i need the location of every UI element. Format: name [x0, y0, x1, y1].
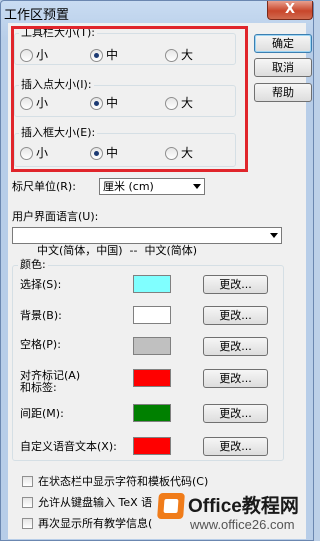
ui-language-value: 中文(简体，中国) -- 中文(简体): [36, 244, 198, 257]
change-spacing-color-button[interactable]: 更改...: [203, 404, 268, 423]
color-swatch-background: [133, 306, 171, 324]
preferences-dialog: 工作区预置 X 工具栏大小(T): 小 中 大 插入点大小(I): 小 中 大 …: [0, 0, 314, 541]
colors-group-label: 颜色:: [18, 258, 48, 271]
show-char-template-codes-checkbox[interactable]: [22, 476, 33, 487]
allow-tex-input-label: 允许从键盘输入 TeX 语: [38, 496, 153, 509]
color-label-custom-speech: 自定义语音文本(X):: [20, 440, 117, 453]
ruler-units-label: 标尺单位(R):: [12, 180, 76, 193]
change-space-color-button[interactable]: 更改...: [203, 337, 268, 356]
show-tutorial-again-checkbox[interactable]: [22, 518, 33, 529]
color-swatch-custom-speech: [133, 437, 171, 455]
ruler-units-value: 厘米 (cm): [103, 180, 154, 193]
help-button[interactable]: 帮助: [254, 83, 312, 102]
site-watermark: Office教程网 www.office26.com: [157, 491, 308, 535]
color-swatch-selection: [133, 275, 171, 293]
ui-language-dropdown[interactable]: 中文(简体，中国) -- 中文(简体): [12, 227, 282, 257]
window-title: 工作区预置: [4, 8, 70, 23]
change-custom-speech-color-button[interactable]: 更改...: [203, 437, 268, 456]
chevron-down-icon: [270, 233, 278, 238]
chevron-down-icon: [193, 184, 201, 189]
color-label-background: 背景(B):: [20, 309, 62, 322]
title-bar: 工作区预置 X: [1, 1, 313, 23]
color-swatch-alignment: [133, 369, 171, 387]
cancel-button[interactable]: 取消: [254, 58, 312, 77]
ui-language-label: 用户界面语言(U):: [12, 210, 99, 223]
color-swatch-spacing: [133, 404, 171, 422]
highlight-frame: [11, 26, 248, 172]
color-label-alignment: 对齐标记(A) 和标签:: [20, 369, 81, 394]
ruler-units-dropdown[interactable]: 厘米 (cm): [99, 178, 205, 195]
watermark-brand: Office教程网: [188, 496, 299, 517]
ok-button[interactable]: 确定: [254, 34, 312, 53]
office-logo-icon: [157, 493, 185, 519]
show-tutorial-again-label: 再次显示所有教学信息(: [38, 517, 153, 530]
change-background-color-button[interactable]: 更改...: [203, 306, 268, 325]
show-char-template-codes-label: 在状态栏中显示字符和模板代码(C): [38, 475, 209, 488]
color-swatch-space: [133, 337, 171, 355]
close-button[interactable]: X: [267, 1, 313, 20]
color-label-selection: 选择(S):: [20, 278, 62, 291]
allow-tex-input-checkbox[interactable]: [22, 497, 33, 508]
color-label-space: 空格(P):: [20, 338, 61, 351]
color-label-spacing: 间距(M):: [20, 407, 64, 420]
change-alignment-color-button[interactable]: 更改...: [203, 369, 268, 388]
colors-group: [12, 265, 284, 461]
watermark-url: www.office26.com: [190, 517, 295, 532]
change-selection-color-button[interactable]: 更改...: [203, 275, 268, 294]
